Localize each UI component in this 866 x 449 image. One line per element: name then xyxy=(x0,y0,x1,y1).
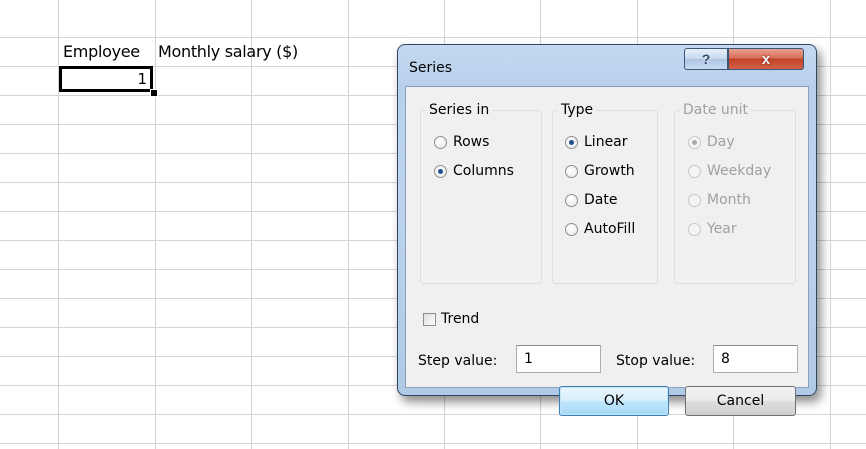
radio-linear[interactable]: Linear xyxy=(565,134,628,150)
cell-a1-employee[interactable]: Employee xyxy=(63,42,140,61)
radio-columns-circle[interactable] xyxy=(434,164,447,178)
radio-year-circle xyxy=(688,222,701,236)
help-icon: ? xyxy=(701,51,711,67)
radio-growth-label: Growth xyxy=(584,163,635,179)
radio-year-label: Year xyxy=(707,221,737,237)
trend-checkbox-row[interactable]: Trend xyxy=(423,311,479,327)
radio-day-label: Day xyxy=(707,134,735,150)
stop-value-label: Stop value: xyxy=(616,353,696,369)
cancel-button[interactable]: Cancel xyxy=(685,386,796,416)
radio-weekday-circle xyxy=(688,164,701,178)
radio-autofill[interactable]: AutoFill xyxy=(565,221,635,237)
radio-date[interactable]: Date xyxy=(565,192,617,208)
radio-date-label: Date xyxy=(584,192,618,208)
series-in-group: Series in Rows Columns xyxy=(420,102,542,284)
radio-month-circle xyxy=(688,193,701,207)
radio-selected-dot xyxy=(569,139,574,145)
radio-linear-label: Linear xyxy=(584,134,628,150)
trend-label: Trend xyxy=(441,311,480,327)
radio-year: Year xyxy=(688,221,737,237)
step-value-label: Step value: xyxy=(418,353,498,369)
radio-month: Month xyxy=(688,192,751,208)
dialog-body: Series in Rows Columns Type Linear Growt… xyxy=(405,86,809,416)
radio-weekday: Weekday xyxy=(688,163,771,179)
dialog-titlebar[interactable]: Series ? x xyxy=(398,45,816,85)
radio-selected-dot xyxy=(438,168,443,174)
trend-checkbox[interactable] xyxy=(423,312,436,326)
radio-growth[interactable]: Growth xyxy=(565,163,635,179)
radio-date-circle[interactable] xyxy=(565,193,578,207)
date-unit-group: Date unit Day Weekday Month Year xyxy=(674,102,796,284)
radio-linear-circle[interactable] xyxy=(565,135,578,149)
radio-day-circle xyxy=(688,135,701,149)
radio-weekday-label: Weekday xyxy=(707,163,772,179)
radio-rows-label: Rows xyxy=(453,134,490,150)
radio-autofill-circle[interactable] xyxy=(565,222,578,236)
type-label: Type xyxy=(558,102,597,118)
type-group: Type Linear Growth Date AutoFill xyxy=(552,102,658,284)
help-button[interactable]: ? xyxy=(684,48,728,70)
cell-b1-monthly-salary[interactable]: Monthly salary ($) xyxy=(158,42,298,61)
ok-button[interactable]: OK xyxy=(559,386,669,416)
radio-autofill-label: AutoFill xyxy=(584,221,636,237)
series-in-label: Series in xyxy=(426,102,493,118)
active-cell-a2[interactable]: 1 xyxy=(59,66,153,92)
stop-value-input[interactable]: 8 xyxy=(713,345,798,373)
date-unit-label: Date unit xyxy=(680,102,752,118)
fill-handle[interactable] xyxy=(150,89,158,97)
series-dialog: Series ? x Series in Rows Columns Type L… xyxy=(397,44,817,416)
dialog-title: Series xyxy=(409,60,453,76)
radio-selected-dot xyxy=(692,139,697,145)
step-value-input[interactable]: 1 xyxy=(516,345,601,373)
close-button[interactable]: x xyxy=(728,48,804,70)
radio-growth-circle[interactable] xyxy=(565,164,578,178)
radio-month-label: Month xyxy=(707,192,751,208)
close-icon: x xyxy=(761,50,771,68)
radio-rows[interactable]: Rows xyxy=(434,134,489,150)
radio-columns[interactable]: Columns xyxy=(434,163,514,179)
radio-columns-label: Columns xyxy=(453,163,514,179)
radio-rows-circle[interactable] xyxy=(434,135,447,149)
radio-day: Day xyxy=(688,134,735,150)
